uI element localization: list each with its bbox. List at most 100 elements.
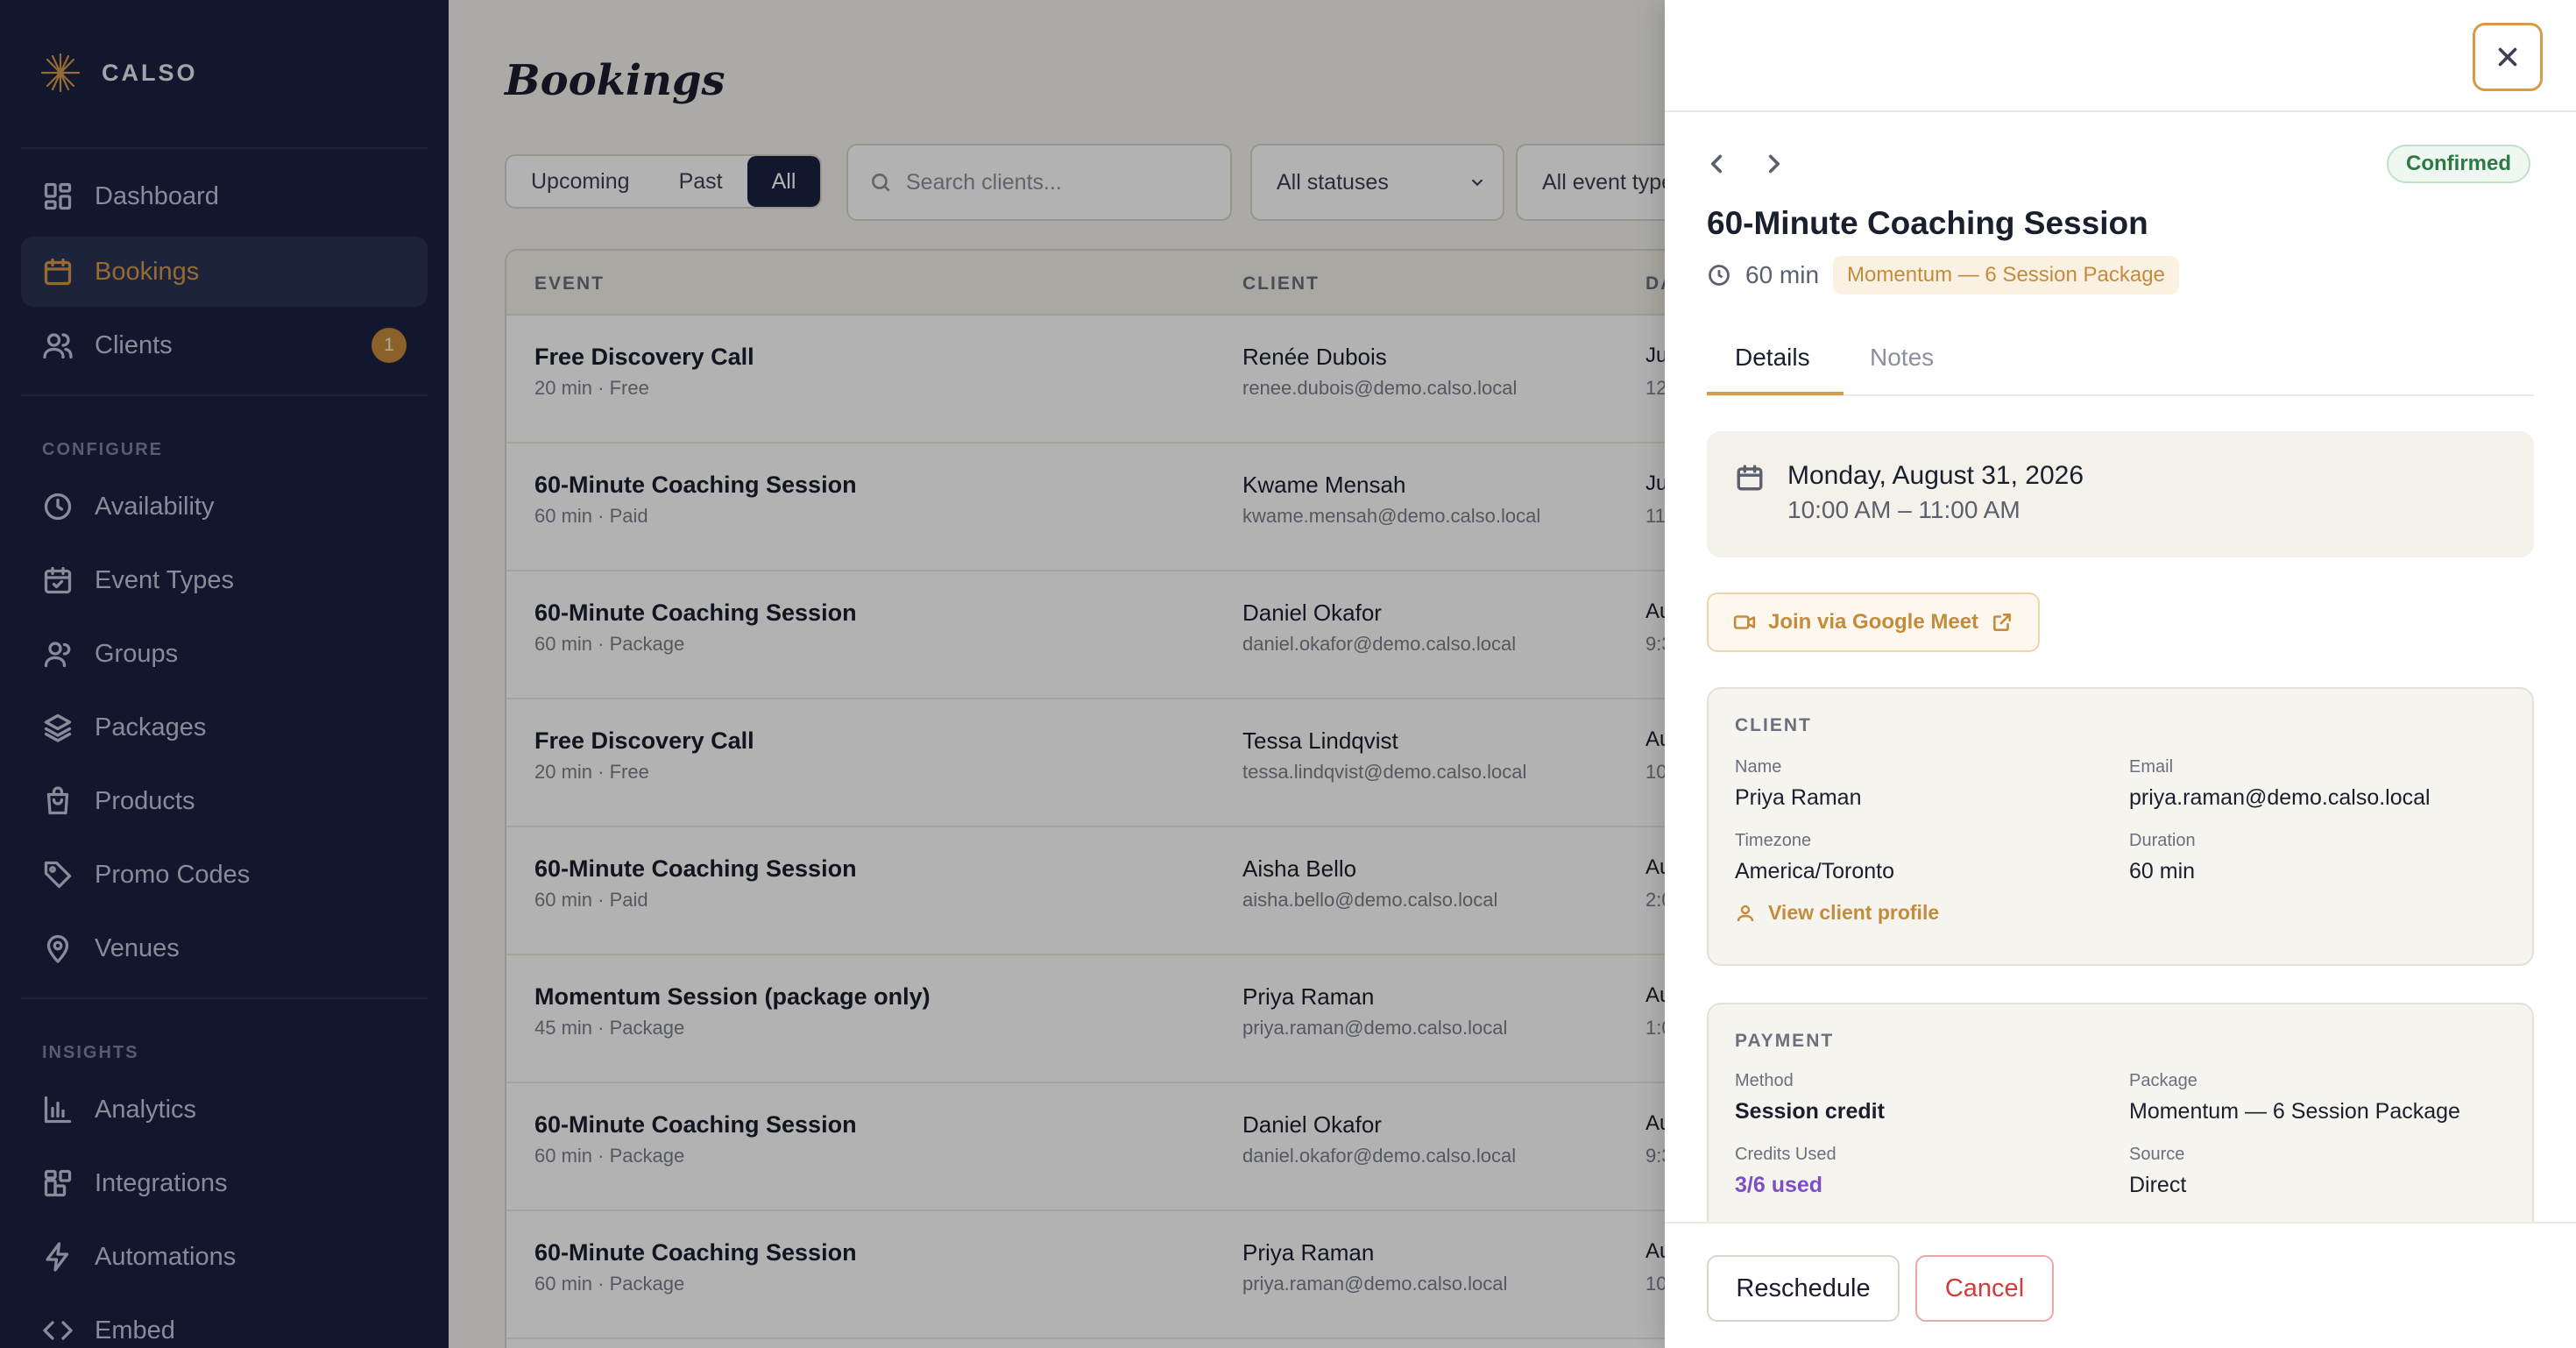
sidebar-item-groups[interactable]: Groups (21, 619, 428, 689)
sidebar-item-products[interactable]: Products (21, 766, 428, 836)
previous-booking-button[interactable] (1702, 149, 1731, 179)
client-name: Tessa Lindqvist (1242, 727, 1398, 754)
booking-date: Monday, August 31, 2026 (1787, 461, 2084, 490)
active-tab-indicator (1707, 392, 1844, 395)
event-type-select-value: All event types (1542, 169, 1685, 195)
tab-details[interactable]: Details (1735, 344, 1810, 372)
event-meta: 60 min · Paid (534, 889, 648, 911)
payment-package-label: Package (2129, 1071, 2197, 1090)
pin-icon (42, 933, 74, 964)
profile-link-label: View client profile (1768, 901, 1940, 924)
layers-icon (42, 712, 74, 743)
sidebar-item-label: Integrations (95, 1168, 228, 1197)
event-meta: 20 min · Free (534, 761, 649, 783)
client-email: aisha.bello@demo.calso.local (1242, 889, 1498, 911)
column-header-client: CLIENT (1242, 273, 1320, 294)
reschedule-button[interactable]: Reschedule (1707, 1255, 1900, 1322)
client-card-heading: CLIENT (1735, 715, 1812, 735)
external-link-icon (1993, 614, 2012, 631)
search-icon (872, 174, 890, 192)
client-email: daniel.okafor@demo.calso.local (1242, 1145, 1517, 1167)
brand[interactable]: CALSO (40, 51, 198, 95)
client-email-value: priya.raman@demo.calso.local (2129, 785, 2431, 810)
calendar-icon (1737, 465, 1763, 491)
client-name: Renée Dubois (1242, 344, 1387, 370)
calendar-icon (42, 256, 74, 287)
tag-icon (42, 859, 74, 890)
payment-card: PAYMENT Method Session credit Package Mo… (1707, 1003, 2534, 1222)
users-icon (42, 330, 74, 361)
grid-icon (42, 181, 74, 212)
close-button[interactable] (2473, 23, 2543, 91)
next-booking-button[interactable] (1759, 149, 1789, 179)
cancel-booking-button[interactable]: Cancel (1915, 1255, 2054, 1322)
search-placeholder: Search clients... (906, 169, 1062, 195)
client-email-label: Email (2129, 757, 2174, 777)
brand-name: CALSO (102, 59, 198, 86)
sidebar-item-bookings[interactable]: Bookings (21, 237, 428, 307)
search-input[interactable]: Search clients... (846, 144, 1232, 221)
sidebar-item-event-types[interactable]: Event Types (21, 545, 428, 615)
status-select[interactable]: All statuses (1250, 144, 1504, 221)
drawer-tabs: Details Notes (1707, 335, 2534, 396)
page-title: Bookings (505, 56, 725, 105)
event-meta: 60 min · Package (534, 1273, 685, 1295)
sidebar-item-label: Availability (95, 492, 215, 521)
sidebar-item-analytics[interactable]: Analytics (21, 1075, 428, 1145)
sidebar-item-promo-codes[interactable]: Promo Codes (21, 840, 428, 910)
sunburst-logo-icon (40, 53, 81, 93)
time-filter-segmented: Upcoming Past All (505, 154, 823, 209)
chevron-left-icon (1710, 154, 1723, 174)
booking-meta: 60 min Momentum — 6 Session Package (1707, 256, 2179, 294)
code-icon (42, 1315, 74, 1346)
client-email: priya.raman@demo.calso.local (1242, 1017, 1508, 1039)
view-client-profile-link[interactable]: View client profile (1735, 901, 1939, 925)
client-name: Daniel Okafor (1242, 600, 1382, 626)
filter-all[interactable]: All (747, 156, 821, 207)
sidebar-item-label: Packages (95, 713, 207, 741)
user-icon (1737, 905, 1754, 921)
client-duration-value: 60 min (2129, 859, 2196, 883)
tab-notes[interactable]: Notes (1870, 344, 1934, 372)
event-meta: 60 min · Package (534, 633, 685, 655)
sidebar-item-label: Analytics (95, 1095, 197, 1124)
client-name: Priya Raman (1242, 983, 1375, 1010)
booking-time-range: 10:00 AM – 11:00 AM (1787, 496, 2020, 523)
sidebar-item-automations[interactable]: Automations (21, 1222, 428, 1292)
sidebar-item-packages[interactable]: Packages (21, 692, 428, 763)
sidebar-item-venues[interactable]: Venues (21, 913, 428, 983)
payment-card-heading: PAYMENT (1735, 1031, 1835, 1051)
client-name: Priya Raman (1242, 1239, 1375, 1266)
client-timezone-value: America/Toronto (1735, 859, 1895, 883)
sidebar-item-dashboard[interactable]: Dashboard (21, 161, 428, 231)
booking-title: 60-Minute Coaching Session (1707, 205, 2148, 241)
event-title: 60-Minute Coaching Session (534, 1239, 857, 1266)
event-meta: 20 min · Free (534, 377, 649, 399)
client-email: daniel.okafor@demo.calso.local (1242, 633, 1517, 655)
client-card: CLIENT Name Priya Raman Email priya.rama… (1707, 687, 2534, 966)
clients-count-badge: 1 (372, 328, 407, 363)
client-email: priya.raman@demo.calso.local (1242, 1273, 1508, 1295)
event-meta: 60 min · Package (534, 1145, 685, 1167)
sidebar-item-label: Automations (95, 1242, 237, 1271)
client-name: Daniel Okafor (1242, 1111, 1382, 1138)
join-google-meet-button[interactable]: Join via Google Meet (1707, 592, 2041, 652)
client-email: kwame.mensah@demo.calso.local (1242, 505, 1541, 527)
sidebar-item-availability[interactable]: Availability (21, 472, 428, 542)
calendar-check-icon (42, 564, 74, 596)
filter-past[interactable]: Past (655, 156, 747, 207)
sidebar-item-embed[interactable]: Embed (21, 1295, 428, 1348)
sidebar-item-clients[interactable]: Clients 1 (21, 310, 428, 380)
video-icon (1733, 615, 1756, 629)
bolt-icon (42, 1241, 74, 1273)
event-meta: 45 min · Package (534, 1017, 685, 1039)
sidebar-item-label: Groups (95, 639, 179, 668)
payment-method-value: Session credit (1735, 1099, 1885, 1124)
section-label-configure: CONFIGURE (42, 440, 163, 459)
sidebar-item-integrations[interactable]: Integrations (21, 1148, 428, 1218)
client-email: tessa.lindqvist@demo.calso.local (1242, 761, 1527, 783)
filter-upcoming[interactable]: Upcoming (506, 156, 655, 207)
event-title: Free Discovery Call (534, 727, 754, 754)
bar-chart-icon (42, 1094, 74, 1125)
clock-icon (42, 491, 74, 522)
